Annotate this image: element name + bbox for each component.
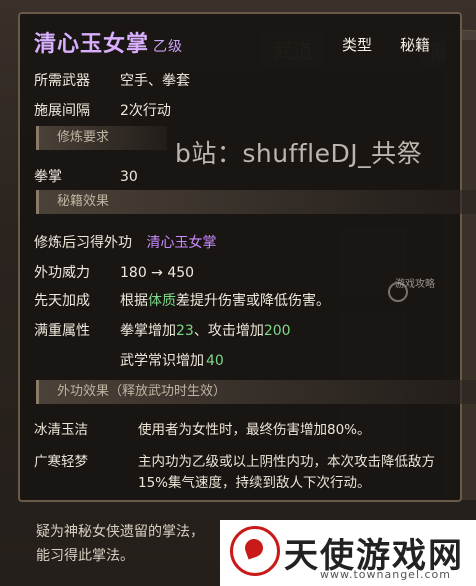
interval-value: 2次行动 (120, 103, 171, 119)
mastery-value-a: 23 (176, 323, 194, 339)
power-row: 外功威力 180 → 450 (34, 262, 194, 282)
requirement-value: 30 (120, 169, 138, 185)
skill-description: 疑为神秘女侠遗留的掌法， 能习得此掌法。 (36, 520, 204, 568)
angel-logo-icon (230, 526, 280, 576)
external-value: 使用者为女性时，最终伤害增加80%。 (138, 422, 371, 438)
mastery-value-c: 40 (206, 353, 224, 369)
power-key: 外功威力 (34, 265, 90, 281)
type-value: 秘籍 (399, 36, 430, 54)
skill-name: 清心玉女掌 乙级 (34, 32, 184, 57)
skill-tooltip: 清心玉女掌 乙级 类型 秘籍 所需武器 空手、拳套 施展间隔 2次行动 修炼要求 拳掌… (18, 12, 476, 502)
innate-key: 先天加成 (34, 293, 90, 309)
external-key: 冰清玉洁 (34, 422, 88, 438)
external-value: 主内功为乙级或以上阴性内功，本次攻击降低敌方15%集气速度，持续到敌人下次行动。 (138, 454, 435, 491)
mastery-row: 满重属性 拳掌增加23、攻击增加200 (34, 320, 291, 340)
mastery-row-2: 武学常识增加 40 (120, 350, 224, 370)
description-line: 疑为神秘女侠遗留的掌法， (36, 524, 204, 540)
mastery-text-b: 、攻击增加 (193, 323, 264, 339)
external-key: 广寒轻梦 (34, 454, 88, 470)
effects-section: 秘籍效果 (36, 190, 476, 214)
innate-post: 差提升伤害或降低伤害。 (176, 293, 330, 309)
weapon-value: 空手、拳套 (120, 73, 190, 89)
description-line: 能习得此掌法。 (36, 548, 134, 564)
requirement-key: 拳掌 (34, 169, 62, 185)
requirement-section: 修炼要求 (36, 126, 167, 150)
watermark-corner: 游戏攻略 (395, 279, 435, 290)
mastery-text-c: 武学常识增加 (120, 353, 204, 369)
innate-row: 先天加成 根据体质差提升伤害或降低伤害。 (34, 290, 330, 310)
watermark-text: b站：shuffleDJ_共祭 (175, 139, 423, 168)
weapon-row: 所需武器 空手、拳套 (34, 70, 190, 90)
learn-key: 修炼后习得外功 (34, 235, 132, 251)
type-label: 类型 (341, 36, 372, 54)
requirement-row: 拳掌 30 (34, 166, 138, 186)
external-section: 外功效果（释放武功时生效） (36, 380, 476, 404)
learn-value: 清心玉女掌 (146, 235, 217, 251)
innate-pre: 根据 (120, 293, 148, 309)
tooltip-header: 清心玉女掌 乙级 类型 秘籍 (20, 14, 460, 66)
learn-row: 修炼后习得外功 清心玉女掌 (34, 232, 216, 252)
mastery-key: 满重属性 (34, 323, 90, 339)
mastery-text-a: 拳掌增加 (120, 323, 176, 339)
weapon-key: 所需武器 (34, 73, 90, 89)
mastery-value-b: 200 (263, 323, 291, 339)
site-url: www.townangel.com (320, 568, 451, 581)
interval-row: 施展间隔 2次行动 (34, 100, 171, 120)
innate-attr: 体质 (148, 293, 176, 309)
site-logo: 天使游戏网 www.townangel.com (220, 520, 476, 586)
interval-key: 施展间隔 (34, 103, 90, 119)
power-value: 180 → 450 (120, 265, 195, 281)
skill-grade: 乙级 (153, 39, 184, 55)
